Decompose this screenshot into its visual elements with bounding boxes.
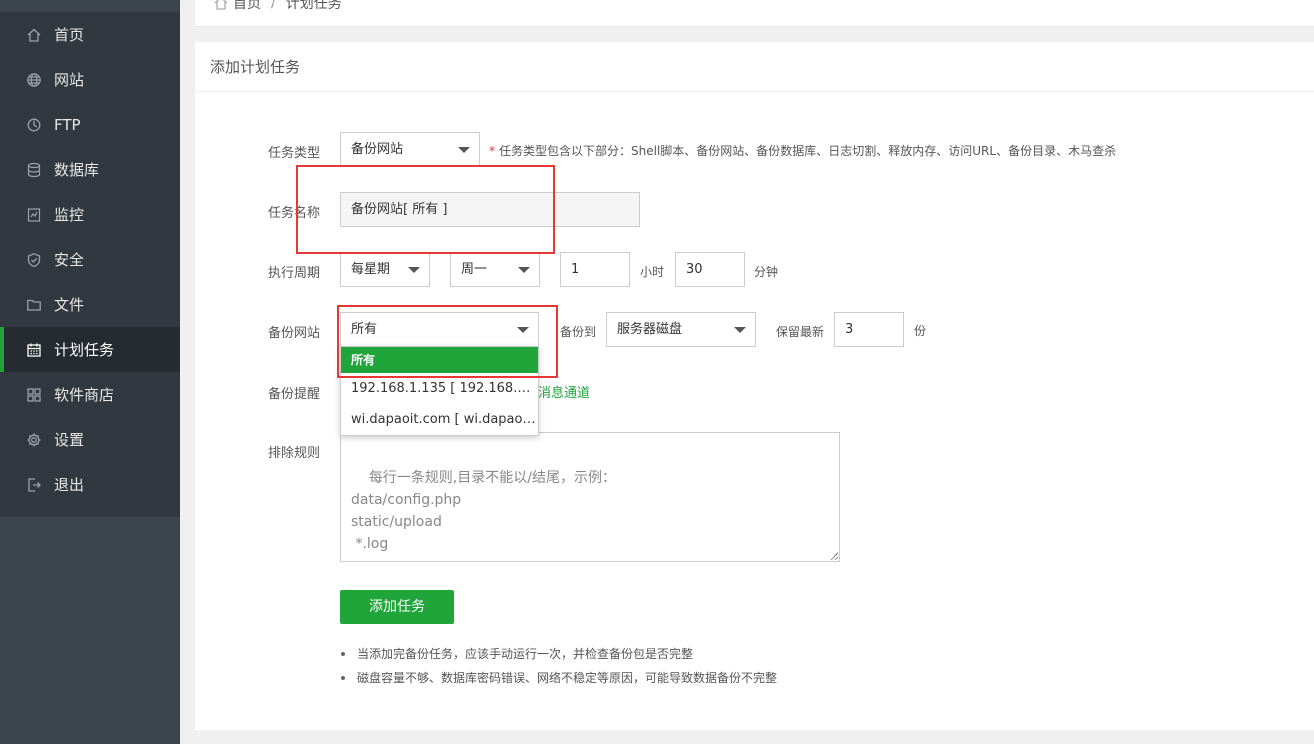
minute-input[interactable]: 30 xyxy=(675,252,745,287)
sidebar-item-label: 安全 xyxy=(54,251,85,269)
chevron-down-icon xyxy=(517,327,529,333)
dropdown-option[interactable]: 所有 xyxy=(341,347,538,373)
exclude-rules-label: 排除规则 xyxy=(268,446,321,461)
chevron-down-icon xyxy=(458,147,470,153)
keep-latest-label: 保留最新 xyxy=(776,325,825,339)
sidebar-item-label: 计划任务 xyxy=(54,341,115,359)
sidebar-item-settings[interactable]: 设置 xyxy=(0,417,180,462)
keep-unit: 份 xyxy=(914,324,927,338)
backup-alert-label: 备份提醒 xyxy=(268,387,321,402)
sidebar-nav: 首页 网站 FTP 数据库 监控 安全 文件 计划任务 软件商店 设置 退出 xyxy=(0,12,180,517)
chevron-down-icon xyxy=(734,327,746,333)
message-channel-link[interactable]: 消息通道 xyxy=(538,382,590,401)
sidebar-item-label: 首页 xyxy=(54,26,85,44)
task-type-hint-text: 任务类型包含以下部分：Shell脚本、备份网站、备份数据库、日志切割、释放内存、… xyxy=(499,144,1117,158)
task-name-value: 备份网站[ 所有 ] xyxy=(351,202,448,217)
sidebar-item-label: 软件商店 xyxy=(54,386,115,404)
exclude-rules-placeholder: 每行一条规则,目录不能以/结尾，示例： data/config.php stat… xyxy=(351,470,616,552)
keep-count-input[interactable]: 3 xyxy=(834,312,904,347)
dropdown-option[interactable]: wi.dapaoit.com [ wi.dapaoit.com ] xyxy=(341,404,538,435)
sidebar-item-label: 数据库 xyxy=(54,161,100,179)
ftp-icon xyxy=(26,117,42,133)
backup-to-label: 备份到 xyxy=(560,325,597,339)
backup-destination-value: 服务器磁盘 xyxy=(617,322,683,337)
period-frequency-select[interactable]: 每星期 xyxy=(340,252,430,287)
chevron-down-icon xyxy=(408,267,420,273)
backup-site-label: 备份网站 xyxy=(268,326,321,341)
minute-unit: 分钟 xyxy=(754,265,779,279)
note-item: 磁盘容量不够、数据库密码错误、网络不稳定等原因，可能导致数据备份不完整 xyxy=(340,666,777,690)
hour-value: 1 xyxy=(571,262,580,277)
logout-icon xyxy=(26,477,42,493)
breadcrumb-separator: / xyxy=(271,0,276,11)
period-label: 执行周期 xyxy=(268,266,321,281)
add-task-button[interactable]: 添加任务 xyxy=(340,590,454,624)
sidebar: 首页 网站 FTP 数据库 监控 安全 文件 计划任务 软件商店 设置 退出 xyxy=(0,0,180,744)
sidebar-item-database[interactable]: 数据库 xyxy=(0,147,180,192)
period-weekday-value: 周一 xyxy=(461,262,488,277)
task-name-input[interactable]: 备份网站[ 所有 ] xyxy=(340,192,640,227)
backup-site-select[interactable]: 所有 xyxy=(340,312,539,347)
period-frequency-value: 每星期 xyxy=(351,262,391,277)
task-name-label: 任务名称 xyxy=(268,206,321,221)
backup-site-value: 所有 xyxy=(351,322,378,337)
sidebar-item-website[interactable]: 网站 xyxy=(0,57,180,102)
task-type-value: 备份网站 xyxy=(351,142,404,157)
required-star: * xyxy=(489,144,495,158)
calendar-icon xyxy=(26,342,42,358)
sidebar-item-label: FTP xyxy=(54,115,81,134)
sidebar-item-app-store[interactable]: 软件商店 xyxy=(0,372,180,417)
dropdown-option[interactable]: 192.168.1.135 [ 192.168.1.135 ] xyxy=(341,373,538,404)
panel-title: 添加计划任务 xyxy=(195,42,1314,92)
minute-value: 30 xyxy=(686,262,703,277)
resize-handle[interactable] xyxy=(830,552,838,560)
keep-count-value: 3 xyxy=(845,322,854,337)
exclude-rules-textarea[interactable]: 每行一条规则,目录不能以/结尾，示例： data/config.php stat… xyxy=(340,432,840,562)
hour-unit: 小时 xyxy=(640,265,665,279)
breadcrumb: 首页 / 计划任务 xyxy=(213,0,342,13)
gear-icon xyxy=(26,432,42,448)
sidebar-item-security[interactable]: 安全 xyxy=(0,237,180,282)
globe-icon xyxy=(26,72,42,88)
shield-icon xyxy=(26,252,42,268)
task-type-hint: * 任务类型包含以下部分：Shell脚本、备份网站、备份数据库、日志切割、释放内存… xyxy=(489,142,1116,159)
folder-icon xyxy=(26,297,42,313)
home-icon xyxy=(213,0,229,11)
sidebar-item-logout[interactable]: 退出 xyxy=(0,462,180,507)
task-type-label: 任务类型 xyxy=(268,146,321,161)
sidebar-item-ftp[interactable]: FTP xyxy=(0,102,180,147)
database-icon xyxy=(26,162,42,178)
period-weekday-select[interactable]: 周一 xyxy=(450,252,540,287)
sidebar-item-monitor[interactable]: 监控 xyxy=(0,192,180,237)
sidebar-item-label: 退出 xyxy=(54,476,85,494)
home-icon xyxy=(26,27,42,43)
sidebar-item-label: 设置 xyxy=(54,431,85,449)
sidebar-item-label: 文件 xyxy=(54,296,85,314)
add-task-panel: 添加计划任务 任务类型 备份网站 * 任务类型包含以下部分：Shell脚本、备份网… xyxy=(195,42,1314,730)
sidebar-item-files[interactable]: 文件 xyxy=(0,282,180,327)
breadcrumb-current: 计划任务 xyxy=(285,0,342,12)
hour-input[interactable]: 1 xyxy=(560,252,630,287)
sidebar-item-cron[interactable]: 计划任务 xyxy=(0,327,180,372)
task-type-select[interactable]: 备份网站 xyxy=(340,132,480,167)
sidebar-item-label: 监控 xyxy=(54,206,85,224)
backup-site-dropdown: 所有 192.168.1.135 [ 192.168.1.135 ] wi.da… xyxy=(340,346,539,436)
monitor-icon xyxy=(26,207,42,223)
top-bar: 首页 / 计划任务 xyxy=(195,0,1314,27)
sidebar-item-home[interactable]: 首页 xyxy=(0,12,180,57)
chevron-down-icon xyxy=(518,267,530,273)
sidebar-item-label: 网站 xyxy=(54,71,85,89)
apps-icon xyxy=(26,387,42,403)
note-item: 当添加完备份任务，应该手动运行一次，并检查备份包是否完整 xyxy=(340,642,777,666)
notes-list: 当添加完备份任务，应该手动运行一次，并检查备份包是否完整 磁盘容量不够、数据库密… xyxy=(340,642,777,690)
backup-destination-select[interactable]: 服务器磁盘 xyxy=(606,312,756,347)
breadcrumb-home-link[interactable]: 首页 xyxy=(233,0,261,13)
